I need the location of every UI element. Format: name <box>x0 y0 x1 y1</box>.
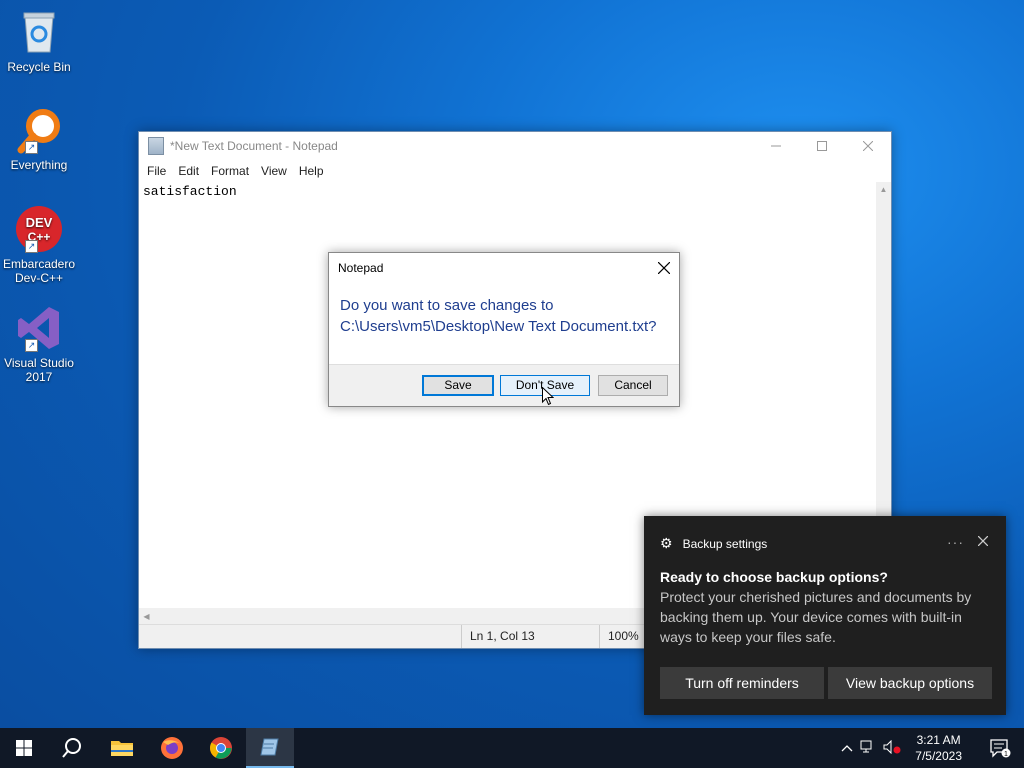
taskbar-notepad[interactable] <box>246 728 294 768</box>
toast-header: ⚙ Backup settings <box>660 535 767 552</box>
taskbar-file-explorer[interactable] <box>98 728 146 768</box>
dialog-message: Do you want to save changes to C:\Users\… <box>340 295 657 337</box>
save-changes-dialog: Notepad Do you want to save changes to C… <box>328 252 680 407</box>
taskbar: 3:21 AM 7/5/2023 1 <box>0 728 1024 768</box>
network-icon[interactable] <box>856 740 880 757</box>
network-monitor-icon <box>860 740 872 752</box>
devcpp-icon: DEV C++ ↗ <box>15 205 63 253</box>
dialog-titlebar[interactable]: Notepad <box>329 253 679 283</box>
clock-date: 7/5/2023 <box>915 749 962 763</box>
scroll-up-icon[interactable]: ▲ <box>876 182 891 197</box>
toast-close-button[interactable] <box>977 533 989 549</box>
toast-app-name: Backup settings <box>682 536 768 551</box>
windows-logo-icon <box>16 740 32 756</box>
desktop-icon-label: Everything <box>10 158 68 172</box>
maximize-button[interactable] <box>799 132 845 160</box>
volume-muted-icon[interactable] <box>880 739 904 757</box>
shortcut-arrow-icon: ↗ <box>25 339 38 352</box>
system-tray <box>838 728 904 768</box>
close-icon <box>977 535 989 547</box>
zoom-level: 100% <box>599 625 648 648</box>
maximize-icon <box>817 141 827 151</box>
dialog-close-button[interactable] <box>649 253 679 283</box>
minimize-button[interactable] <box>753 132 799 160</box>
desktop-icon-label: Recycle Bin <box>7 60 71 74</box>
menu-format[interactable]: Format <box>205 164 255 178</box>
dialog-message-line1: Do you want to save changes to <box>340 297 554 314</box>
toast-more-options-button[interactable]: ··· <box>947 534 964 550</box>
notepad-app-icon <box>148 137 164 155</box>
notepad-title: *New Text Document - Notepad <box>170 139 338 153</box>
menu-edit[interactable]: Edit <box>172 164 205 178</box>
save-button[interactable]: Save <box>422 375 494 396</box>
close-window-button[interactable] <box>845 132 891 160</box>
chrome-icon <box>210 737 232 759</box>
menu-view[interactable]: View <box>255 164 293 178</box>
folder-icon <box>111 741 133 756</box>
mouse-cursor-icon <box>542 387 554 406</box>
notification-icon: 1 <box>990 739 1011 758</box>
backup-notification-toast[interactable]: ⚙ Backup settings ··· Ready to choose ba… <box>644 516 1006 715</box>
desktop-icon-everything[interactable]: ↗ Everything <box>2 106 76 172</box>
dialog-button-bar: Save Don't Save Cancel <box>329 364 679 406</box>
desktop-icon-visual-studio[interactable]: ↗ Visual Studio 2017 <box>2 304 76 384</box>
firefox-icon <box>161 737 183 759</box>
start-button[interactable] <box>0 728 48 768</box>
desktop-icon-label: Embarcadero Dev-C++ <box>2 257 76 285</box>
recycle-bin-icon <box>15 8 63 56</box>
notification-count-badge: 1 <box>1004 751 1008 758</box>
notepad-titlebar[interactable]: *New Text Document - Notepad <box>139 132 891 160</box>
desktop-icon-recycle-bin[interactable]: Recycle Bin <box>2 8 76 74</box>
minimize-icon <box>771 145 781 147</box>
visual-studio-icon: ↗ <box>15 304 63 352</box>
show-hidden-icons-button[interactable] <box>838 741 856 755</box>
desktop-icon-devcpp[interactable]: DEV C++ ↗ Embarcadero Dev-C++ <box>2 205 76 285</box>
turn-off-reminders-button[interactable]: Turn off reminders <box>660 667 824 699</box>
notepad-icon <box>260 738 279 756</box>
taskbar-firefox[interactable] <box>148 728 196 768</box>
dialog-title: Notepad <box>338 261 384 275</box>
dialog-message-line2: C:\Users\vm5\Desktop\New Text Document.t… <box>340 318 657 335</box>
scroll-left-icon[interactable]: ◀ <box>139 608 154 625</box>
cancel-button[interactable]: Cancel <box>598 375 668 396</box>
svg-text:DEV: DEV <box>26 215 53 230</box>
gear-icon: ⚙ <box>660 535 673 551</box>
notepad-menubar: File Edit Format View Help <box>139 160 891 182</box>
cursor-position: Ln 1, Col 13 <box>461 625 596 648</box>
menu-help[interactable]: Help <box>293 164 330 178</box>
desktop-icon-label: Visual Studio 2017 <box>4 356 74 384</box>
taskbar-chrome[interactable] <box>197 728 245 768</box>
action-center-button[interactable]: 1 <box>976 728 1024 768</box>
speaker-muted-icon <box>883 739 901 754</box>
menu-file[interactable]: File <box>141 164 172 178</box>
everything-search-icon: ↗ <box>15 106 63 154</box>
clock-time: 3:21 AM <box>916 733 961 747</box>
search-icon <box>62 738 81 758</box>
shortcut-arrow-icon: ↗ <box>25 240 38 253</box>
taskbar-search-button[interactable] <box>48 728 96 768</box>
toast-title: Ready to choose backup options? <box>660 569 888 585</box>
toast-body: Protect your cherished pictures and docu… <box>660 589 972 645</box>
close-icon <box>863 141 873 151</box>
taskbar-clock[interactable]: 3:21 AM 7/5/2023 <box>915 732 962 764</box>
close-icon <box>658 262 670 274</box>
chevron-up-icon <box>841 745 853 752</box>
shortcut-arrow-icon: ↗ <box>25 141 38 154</box>
view-backup-options-button[interactable]: View backup options <box>828 667 992 699</box>
